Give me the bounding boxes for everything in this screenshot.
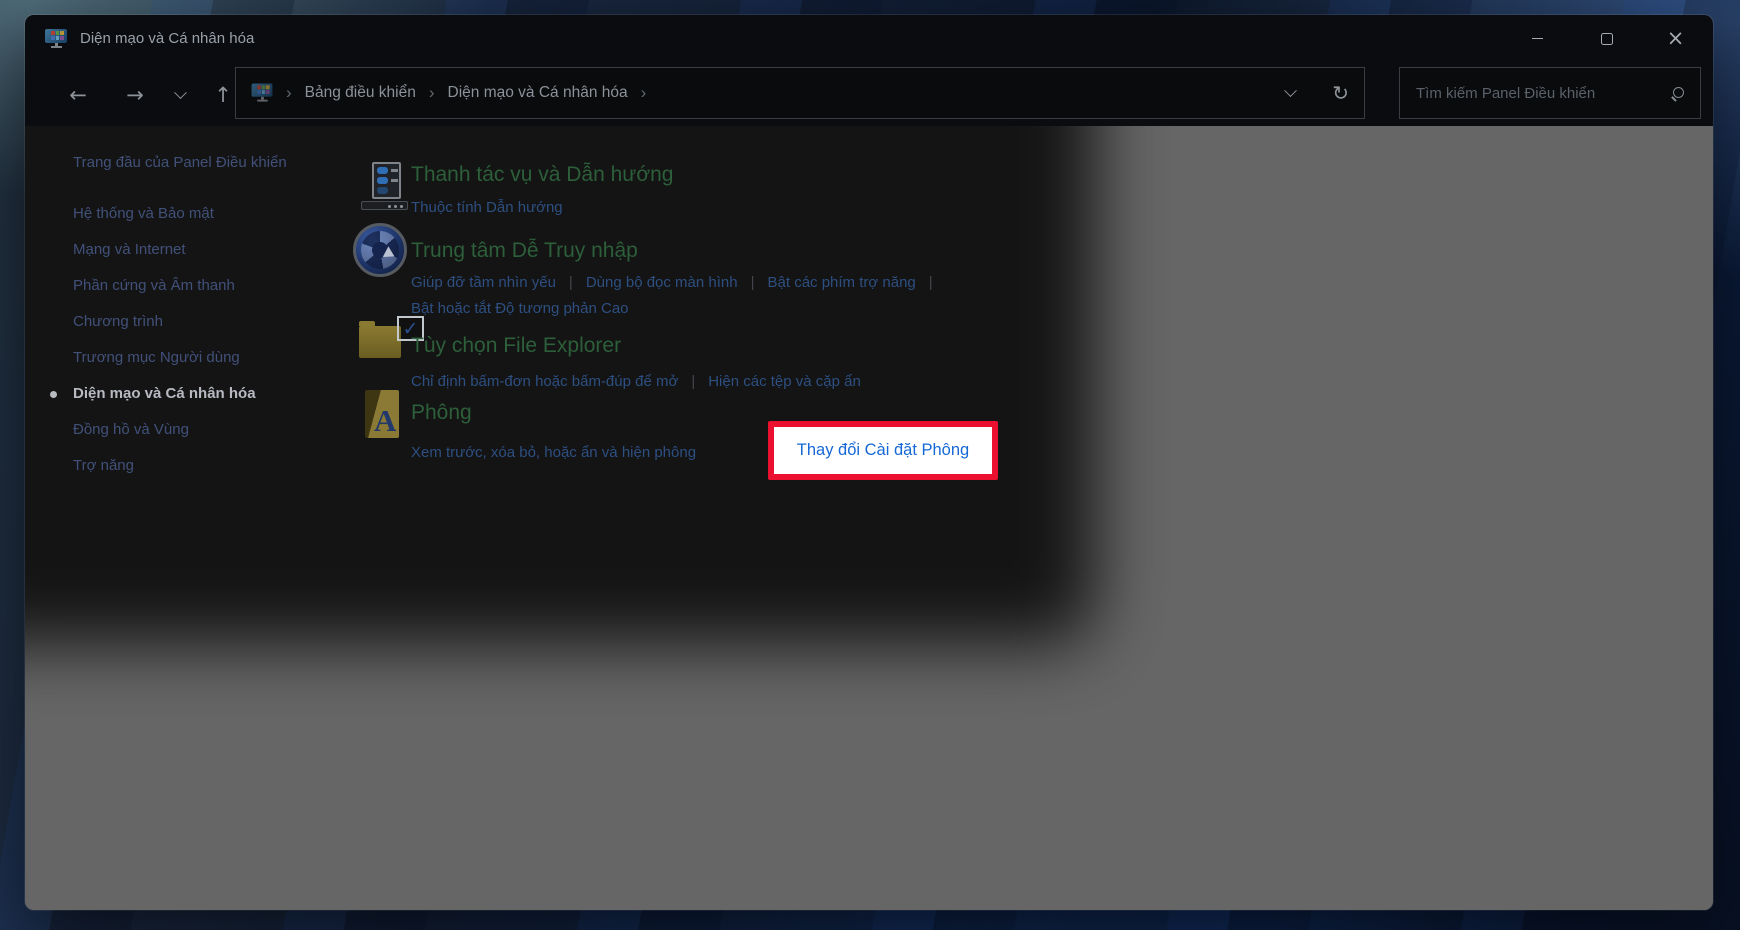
category-row-ease-of-access: Trung tâm Dễ Truy nhập Giúp đỡ tầm nhìn … [411, 238, 933, 320]
link-separator: | [751, 272, 755, 294]
task-link-navigation-properties[interactable]: Thuộc tính Dẫn hướng [411, 197, 563, 219]
category-title-taskbar[interactable]: Thanh tác vụ và Dẫn hướng [411, 162, 673, 188]
window-controls: × [1503, 15, 1710, 62]
address-bar[interactable]: › Bảng điều khiển › Diện mạo và Cá nhân … [235, 67, 1365, 119]
link-separator: | [929, 272, 933, 294]
link-separator: | [691, 371, 695, 393]
breadcrumb-chevron-icon: › [641, 83, 647, 103]
close-button[interactable]: × [1641, 15, 1710, 62]
category-title-fonts[interactable]: Phông [411, 400, 696, 426]
forward-button[interactable]: → [120, 80, 150, 110]
chevron-down-icon [174, 86, 187, 99]
navbar: ← → ↑ › Bảng điều khiển › Diện mạo và Cá… [25, 62, 1713, 126]
address-dropdown-button[interactable] [1284, 84, 1297, 97]
content-area: Trang đầu của Panel Điều khiển Hệ thống … [25, 126, 1713, 910]
minimize-button[interactable] [1503, 15, 1572, 62]
maximize-icon [1601, 33, 1613, 45]
task-link-accessibility-keys[interactable]: Bật các phím trợ năng [768, 272, 916, 294]
category-row-taskbar: Thanh tác vụ và Dẫn hướng Thuộc tính Dẫn… [411, 162, 673, 219]
folder-icon [359, 326, 401, 358]
task-link-click-mode[interactable]: Chỉ định bấm-đơn hoặc bấm-đúp để mở [411, 371, 678, 393]
breadcrumb-item-control-panel[interactable]: Bảng điều khiển [305, 84, 416, 102]
fonts-icon[interactable]: A [365, 390, 405, 440]
task-link-screen-reader[interactable]: Dùng bộ đọc màn hình [586, 272, 738, 294]
maximize-button[interactable] [1572, 15, 1641, 62]
recent-pages-dropdown[interactable] [165, 80, 195, 110]
control-panel-icon-small [252, 84, 273, 103]
main-panel: Thanh tác vụ và Dẫn hướng Thuộc tính Dẫn… [25, 126, 1713, 910]
highlight-box: Thay đổi Cài đặt Phông [768, 421, 998, 480]
titlebar: Diện mạo và Cá nhân hóa × [25, 15, 1713, 62]
control-panel-window: Diện mạo và Cá nhân hóa × ← → ↑ › Bảng đ… [25, 15, 1713, 910]
up-button[interactable]: ↑ [208, 80, 238, 110]
change-font-settings-link[interactable]: Thay đổi Cài đặt Phông [797, 441, 969, 460]
task-link-high-contrast[interactable]: Bật hoặc tắt Độ tương phản Cao [411, 298, 629, 320]
search-box [1399, 67, 1701, 119]
category-row-file-explorer: Tùy chọn File Explorer Chỉ định bấm-đơn … [411, 333, 861, 393]
category-row-fonts: Phông Xem trước, xóa bỏ, hoặc ẩn và hiện… [411, 400, 696, 464]
control-panel-icon [45, 29, 67, 49]
search-icon[interactable] [1671, 87, 1684, 100]
task-link-low-vision[interactable]: Giúp đỡ tầm nhìn yếu [411, 272, 556, 294]
refresh-button[interactable]: ↻ [1332, 81, 1349, 105]
category-title-file-explorer[interactable]: Tùy chọn File Explorer [411, 333, 861, 359]
category-title-ease-of-access[interactable]: Trung tâm Dễ Truy nhập [411, 238, 933, 264]
forward-arrow-icon: → [126, 83, 144, 107]
taskbar-navigation-icon[interactable] [361, 162, 409, 212]
up-arrow-icon: ↑ [214, 83, 232, 107]
task-link-preview-fonts[interactable]: Xem trước, xóa bỏ, hoặc ẩn và hiện phông [411, 442, 696, 464]
task-link-show-hidden[interactable]: Hiện các tệp và cặp ẩn [708, 371, 861, 393]
window-title: Diện mạo và Cá nhân hóa [80, 30, 254, 47]
breadcrumb-item-appearance-personalization[interactable]: Diện mạo và Cá nhân hóa [448, 84, 628, 102]
breadcrumb-chevron-icon: › [429, 83, 435, 103]
link-separator: | [569, 272, 573, 294]
search-input[interactable] [1416, 85, 1671, 102]
desktop-background: Diện mạo và Cá nhân hóa × ← → ↑ › Bảng đ… [0, 0, 1740, 930]
breadcrumb-chevron-icon: › [286, 83, 292, 103]
ease-of-access-icon[interactable] [353, 223, 407, 277]
back-button[interactable]: ← [63, 80, 93, 110]
back-arrow-icon: ← [69, 83, 87, 107]
minimize-icon [1532, 38, 1543, 40]
letter-a-glyph: A [374, 403, 396, 439]
close-icon: × [1667, 28, 1685, 49]
